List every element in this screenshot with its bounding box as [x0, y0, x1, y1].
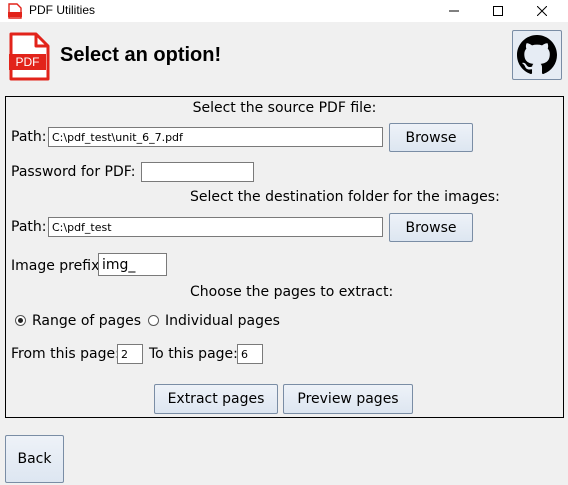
destination-heading: Select the destination folder for the im… [190, 189, 500, 205]
to-page-input[interactable] [237, 344, 263, 364]
destination-browse-button[interactable]: Browse [389, 213, 473, 242]
range-of-pages-radio[interactable] [15, 315, 26, 326]
app-pdf-icon [8, 3, 22, 19]
image-prefix-input[interactable] [98, 253, 167, 276]
minimize-icon [449, 10, 459, 12]
github-icon [517, 35, 557, 75]
password-label: Password for PDF: [11, 164, 136, 180]
image-prefix-label: Image prefix: [11, 258, 105, 274]
github-button[interactable] [512, 30, 562, 80]
destination-path-input[interactable] [48, 217, 383, 237]
svg-text:PDF: PDF [16, 55, 40, 69]
radio-selected-dot [18, 318, 23, 323]
range-of-pages-label[interactable]: Range of pages [32, 313, 141, 329]
page-heading: Select an option! [60, 44, 222, 66]
individual-pages-radio[interactable] [148, 315, 159, 326]
from-page-label: From this page: [11, 346, 120, 362]
source-path-label: Path: [11, 129, 47, 145]
maximize-button[interactable] [476, 0, 520, 22]
source-path-input[interactable] [48, 127, 383, 147]
source-heading: Select the source PDF file: [192, 100, 377, 116]
extract-pages-button[interactable]: Extract pages [154, 384, 278, 414]
close-button[interactable] [520, 0, 564, 22]
preview-pages-button[interactable]: Preview pages [283, 384, 413, 414]
pdf-file-icon: PDF [9, 32, 50, 81]
individual-pages-label[interactable]: Individual pages [165, 313, 280, 329]
pages-heading: Choose the pages to extract: [190, 284, 394, 300]
from-page-input[interactable] [117, 344, 143, 364]
close-icon [537, 6, 547, 16]
maximize-icon [493, 6, 503, 16]
password-field[interactable] [141, 162, 254, 182]
minimize-button[interactable] [432, 0, 476, 22]
source-browse-button[interactable]: Browse [389, 123, 473, 152]
destination-path-label: Path: [11, 219, 47, 235]
to-page-label: To this page: [149, 346, 238, 362]
back-button[interactable]: Back [5, 435, 64, 483]
window-title: PDF Utilities [29, 3, 96, 17]
